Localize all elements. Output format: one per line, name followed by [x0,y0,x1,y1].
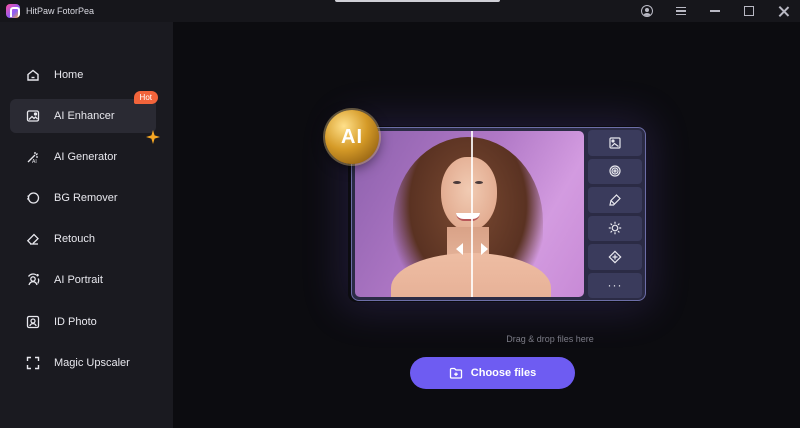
sidebar-item-magic-upscaler[interactable]: Magic Upscaler [10,346,156,380]
sidebar-item-ai-portrait[interactable]: AI Portrait [10,263,156,297]
sidebar-item-ai-enhancer[interactable]: AI Enhancer Hot [10,91,158,133]
sidebar-item-label: AI Generator [54,151,117,163]
sidebar-item-bg-remover[interactable]: BG Remover [10,181,156,215]
brush-icon [609,193,621,206]
hot-badge: Hot [133,91,158,104]
brightness-icon [608,222,622,235]
account-button[interactable] [630,0,664,22]
sidebar-item-label: Retouch [54,233,95,245]
close-button[interactable] [766,0,800,22]
image-enhance-icon [26,109,40,123]
svg-text:AI: AI [32,159,37,164]
upscale-icon [26,356,40,370]
tool-brightness [588,215,642,241]
close-icon [778,6,789,17]
sidebar-item-label: BG Remover [54,192,118,204]
maximize-icon [744,6,754,16]
compare-divider [471,131,473,297]
sidebar-item-label: ID Photo [54,316,97,328]
more-icon: ··· [607,278,623,293]
tool-brush [588,187,642,213]
before-after-preview-image [355,131,584,297]
choose-files-label: Choose files [470,367,537,379]
main-content: ··· AI Drag & drop files here Choose fil… [173,22,800,428]
sidebar-item-id-photo[interactable]: ID Photo [10,305,156,339]
sidebar-item-label: AI Enhancer [54,110,115,122]
compare-arrows-icon [456,242,488,256]
sidebar: Home AI Enhancer Hot AI AI Generator BG … [0,22,173,428]
menu-button[interactable] [664,0,698,22]
sidebar-item-retouch[interactable]: Retouch [10,222,156,256]
sidebar-item-label: Home [54,69,84,81]
app-title: HitPaw FotorPea [26,6,95,16]
denoise-icon [609,165,621,177]
minimize-icon [710,10,720,12]
user-icon [641,5,653,17]
sidebar-item-home[interactable]: Home [10,58,156,92]
tool-repair [588,244,642,270]
eraser-icon [26,232,40,246]
sparkle-icon [146,130,160,147]
magic-wand-icon: AI [26,150,40,164]
tool-denoise [588,158,642,184]
image-icon [609,137,621,149]
tool-more: ··· [588,272,642,298]
add-folder-icon [449,367,462,379]
window-controls [630,0,800,22]
drop-zone-hint[interactable]: Drag & drop files here [400,334,700,344]
window-drag-handle[interactable] [335,0,500,2]
home-icon [26,68,40,82]
minimize-button[interactable] [698,0,732,22]
menu-icon [676,7,686,15]
tool-strip: ··· [588,130,642,298]
sidebar-item-label: AI Portrait [54,274,103,286]
portrait-icon [26,273,40,287]
ai-badge: AI [325,110,379,164]
title-bar: HitPaw FotorPea [0,0,800,22]
choose-files-button[interactable]: Choose files [410,357,575,389]
id-photo-icon [26,315,40,329]
sidebar-item-ai-generator[interactable]: AI AI Generator [10,130,160,174]
preview-card: ··· [351,127,646,301]
maximize-button[interactable] [732,0,766,22]
repair-icon [608,250,622,264]
tool-image [588,130,642,156]
sidebar-item-label: Magic Upscaler [54,357,130,369]
app-logo-icon [6,4,20,18]
bg-remover-icon [26,191,40,205]
